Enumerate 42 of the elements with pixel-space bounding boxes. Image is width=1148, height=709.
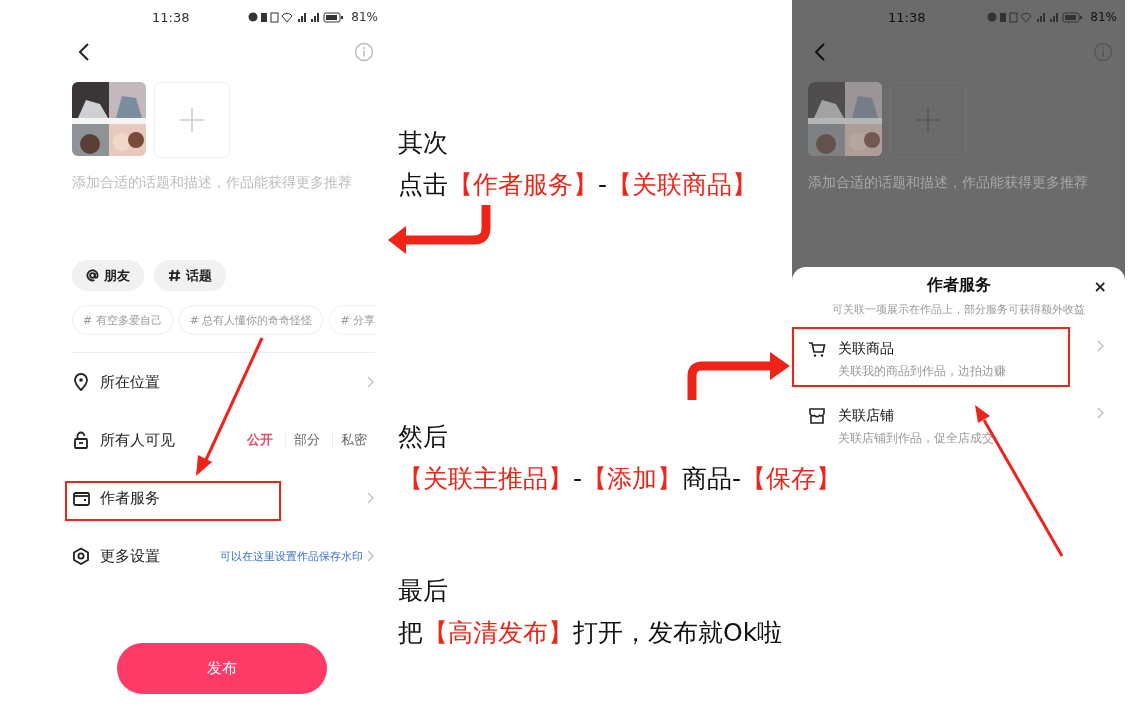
step-heading: 然后 (398, 421, 449, 453)
option-description: 关联我的商品到作品，边拍边赚 (838, 363, 1006, 380)
chevron-icon (1097, 340, 1105, 352)
service-option[interactable]: 关联商品 关联我的商品到作品，边拍边赚 (792, 327, 1125, 394)
quick-tag[interactable]: 朋友 (72, 260, 144, 291)
sheet-subtitle: 可关联一项展示在作品上，部分服务可获得额外收益 (831, 302, 1086, 317)
settings-row[interactable]: 更多设置 可以在这里设置作品保存水印 (72, 527, 390, 585)
settings-row[interactable]: 所在位置 (72, 353, 390, 411)
battery-percent: 81% (351, 10, 378, 24)
visibility-option[interactable]: 部分 (285, 431, 328, 449)
back-icon[interactable] (78, 43, 90, 61)
battery-percent: 81% (1090, 10, 1117, 24)
settings-row[interactable]: 作者服务 (72, 469, 390, 527)
chevron-icon (367, 492, 375, 504)
wallet-icon (72, 489, 90, 507)
visibility-option[interactable]: 私密 (332, 431, 375, 449)
cart-icon (808, 340, 826, 358)
plus-icon (180, 108, 204, 132)
step-instruction: 【关联主推品】-【添加】商品-【保存】 (398, 463, 842, 495)
hexagon-icon (72, 547, 90, 565)
location-pin-icon (72, 373, 90, 391)
at-sign-icon (86, 269, 99, 282)
chevron-icon (367, 550, 375, 562)
step-instruction: 把【高清发布】打开，发布就Ok啦 (398, 617, 783, 649)
step-instruction: 点击【作者服务】-【关联商品】 (398, 169, 758, 201)
info-icon[interactable] (354, 42, 374, 62)
quick-tag[interactable]: 话题 (154, 260, 226, 291)
store-icon (808, 407, 826, 425)
settings-row[interactable]: 所有人可见 公开 部分 私密 (72, 411, 390, 469)
padlock-icon (72, 431, 90, 449)
status-time: 11:38 (888, 9, 926, 25)
status-time: 11:38 (152, 9, 190, 25)
settings-hint: 可以在这里设置作品保存水印 (220, 548, 363, 564)
hash-icon (168, 269, 181, 282)
close-button[interactable]: × (1093, 277, 1107, 296)
add-media-button[interactable] (890, 82, 966, 158)
visibility-option[interactable]: 公开 (239, 431, 281, 449)
step-heading: 其次 (398, 127, 449, 159)
chevron-icon (367, 376, 375, 388)
sheet-title: 作者服务 (926, 275, 991, 296)
chevron-icon (1097, 407, 1105, 419)
step-heading: 最后 (398, 575, 449, 607)
